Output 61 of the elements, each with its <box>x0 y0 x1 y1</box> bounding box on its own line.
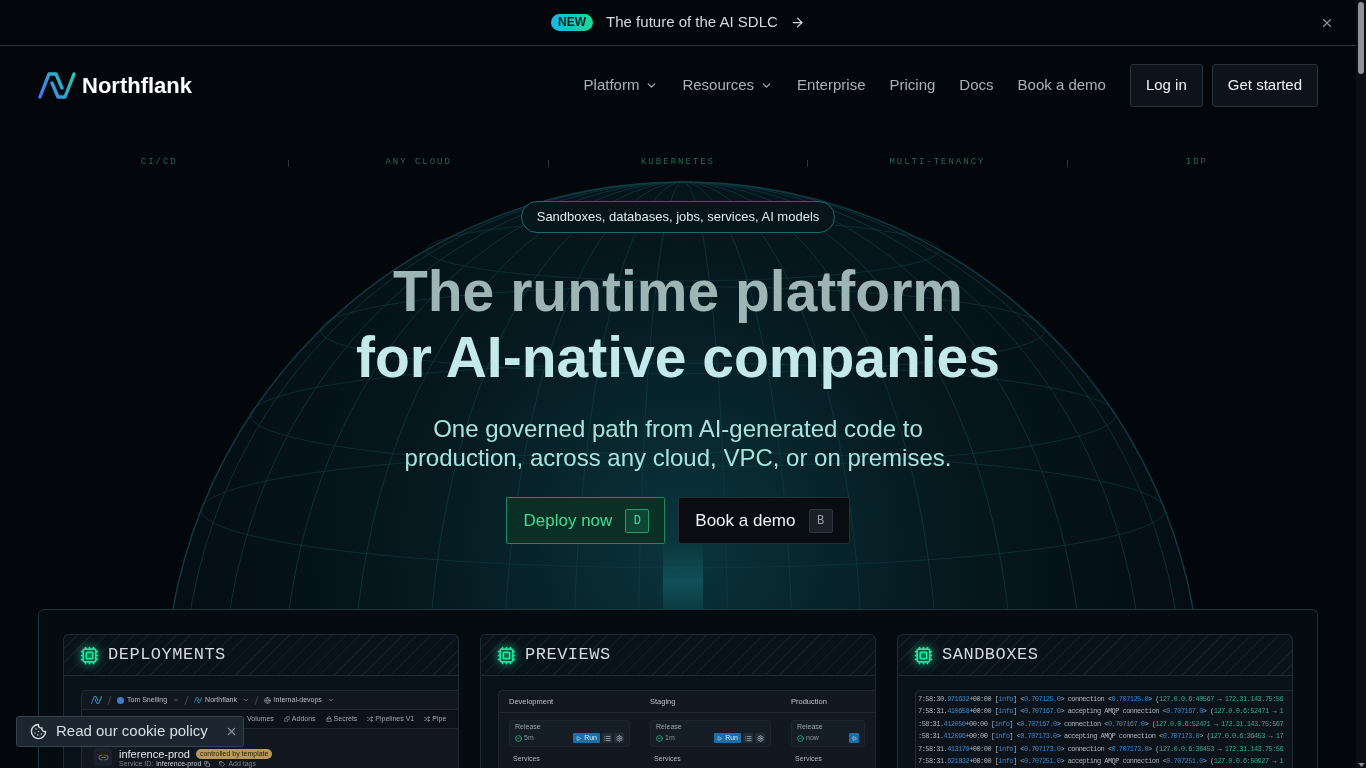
cookie-policy-link[interactable]: Read our cookie policy <box>56 720 208 743</box>
cookie-icon <box>30 723 47 740</box>
book-demo-button[interactable]: Book a demo B <box>678 497 850 544</box>
globe-icon <box>264 696 271 704</box>
new-badge: NEW <box>551 14 594 31</box>
nav-link[interactable]: Docs <box>959 74 994 97</box>
status-check-icon <box>515 734 522 742</box>
nav-link[interactable]: Enterprise <box>797 74 866 97</box>
play-icon <box>851 735 857 741</box>
shuffle-icon <box>424 716 431 722</box>
card-title: PREVIEWS <box>525 644 611 667</box>
arrow-right-icon <box>789 15 805 30</box>
shuffle-icon <box>367 716 374 722</box>
nav-link[interactable]: Platform <box>583 74 659 97</box>
scrollbar[interactable] <box>1356 0 1366 768</box>
logo-icon <box>38 72 76 99</box>
announcement-link[interactable]: The future of the AI SDLC <box>606 11 805 34</box>
cpu-chip-icon <box>914 645 933 665</box>
feature-label: IDP <box>1185 156 1208 170</box>
play-icon <box>576 735 582 741</box>
avatar-icon <box>117 696 124 704</box>
copy-icon <box>204 761 211 767</box>
feature-label: CI/CD <box>140 156 178 170</box>
status-check-icon <box>656 734 663 742</box>
tagline-pill: Sandboxes, databases, jobs, services, AI models <box>520 201 836 233</box>
scroll-down-arrow-icon[interactable] <box>1357 763 1365 767</box>
mini-logo-icon <box>91 696 102 704</box>
service-name: inference-prod <box>119 748 190 760</box>
status-check-icon <box>797 734 804 742</box>
chevron-down-icon <box>327 697 334 703</box>
list-icon <box>743 733 753 743</box>
run-button[interactable] <box>849 733 859 743</box>
tag-icon <box>219 761 226 767</box>
cpu-chip-icon <box>80 645 99 665</box>
list-icon <box>602 733 612 743</box>
play-icon <box>717 735 723 741</box>
shortcut-key: B <box>808 508 833 533</box>
feature-label: KUBERNETES <box>641 156 715 170</box>
team-logo-icon <box>194 697 203 703</box>
scrollbar-thumb[interactable] <box>1358 2 1364 74</box>
gear-icon <box>755 733 765 743</box>
cpu-chip-icon <box>497 645 516 665</box>
get-started-button[interactable]: Get started <box>1211 64 1318 107</box>
chevron-down-icon <box>243 697 249 703</box>
brand-link[interactable]: Northflank <box>38 69 192 102</box>
deploy-button[interactable]: Deploy now D <box>506 497 666 544</box>
lock-icon <box>325 716 332 722</box>
nav-link[interactable]: Book a demo <box>1017 74 1106 97</box>
hero-title: The runtime platform for AI-native companies <box>355 258 1000 390</box>
nav-link[interactable]: Resources <box>682 74 774 97</box>
nav-link[interactable]: Pricing <box>889 74 936 97</box>
gear-icon <box>614 733 624 743</box>
card-title: DEPLOYMENTS <box>108 644 226 667</box>
feature-label: MULTI-TENANCY <box>889 156 986 170</box>
card-title: SANDBOXES <box>942 644 1039 667</box>
shortcut-key: D <box>625 508 650 533</box>
chevron-down-icon <box>173 697 180 703</box>
puzzle-icon <box>283 716 290 722</box>
feature-label: ANY CLOUD <box>385 156 452 170</box>
hero-subtitle: One governed path from AI-generated code to production, across any cloud, VPC, or on premises. <box>403 414 953 472</box>
login-button[interactable]: Log in <box>1129 64 1203 107</box>
